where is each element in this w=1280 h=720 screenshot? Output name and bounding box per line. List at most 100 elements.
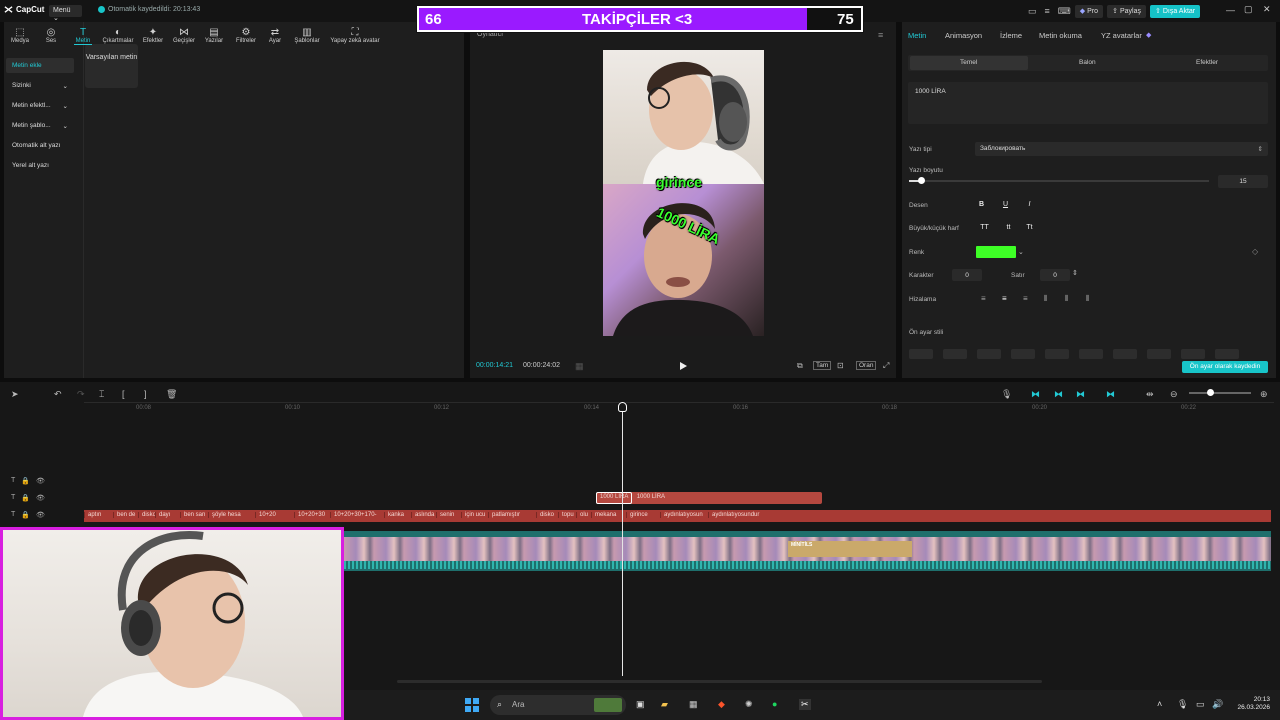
keyframe-icon[interactable]: ◇ xyxy=(1252,247,1258,256)
subtab-balon[interactable]: Balon xyxy=(1079,59,1096,66)
align-icon-1[interactable]: ≡ xyxy=(1002,294,1007,303)
chatgpt-icon[interactable]: ✺ xyxy=(745,699,753,710)
size-slider-thumb[interactable] xyxy=(918,177,925,184)
player-menu-icon[interactable]: ≡ xyxy=(878,30,883,40)
snap-icon[interactable]: ⧓ xyxy=(1106,389,1115,400)
subtitle-clip[interactable]: topu xyxy=(558,512,574,518)
lowercase-button[interactable]: tt xyxy=(1002,222,1015,234)
subtitle-clip[interactable]: kanka xyxy=(384,512,404,518)
zoom-out-icon[interactable]: ⊖ xyxy=(1170,389,1178,400)
text-color-swatch[interactable] xyxy=(976,246,1016,258)
inspector-tab-3[interactable]: Metin okuma xyxy=(1039,31,1082,40)
export-button[interactable]: ⇧ Dışa Aktar xyxy=(1149,4,1201,18)
save-preset-badge[interactable]: Ön ayar olarak kaydedin xyxy=(1182,361,1268,373)
tray-display-icon[interactable]: ▭ xyxy=(1196,699,1205,710)
playhead-handle[interactable] xyxy=(618,402,627,412)
preset-style-0[interactable] xyxy=(909,349,933,359)
subtitle-clip[interactable]: ben san xyxy=(180,512,205,518)
fullscreen-icon[interactable]: ⤢ xyxy=(883,361,889,371)
tool-0[interactable]: ⬚ Medya xyxy=(10,26,30,45)
subtitle-clip[interactable]: disko xyxy=(536,512,554,518)
inspector-tab-0[interactable]: Metin xyxy=(908,31,926,40)
sidebar-item-0[interactable]: Metin ekle xyxy=(6,58,74,73)
italic-button[interactable]: I xyxy=(1023,199,1036,211)
split-left-icon[interactable]: [ xyxy=(122,389,125,399)
preset-style-8[interactable] xyxy=(1181,349,1205,359)
menu-button[interactable]: Menü ⌄ xyxy=(49,5,82,22)
preview-axis-icon[interactable]: ⧓ xyxy=(1076,389,1085,400)
color-dropdown-icon[interactable]: ⌄ xyxy=(1018,248,1024,256)
subtab-temel[interactable]: Temel xyxy=(960,59,977,66)
screenshot-icon[interactable]: ⊡ xyxy=(837,361,844,370)
subtitle-clip[interactable]: mekana xyxy=(591,512,616,518)
tray-volume-icon[interactable]: 🔊 xyxy=(1212,699,1223,710)
zoom-slider-track[interactable] xyxy=(1189,392,1251,394)
tool-9[interactable]: ▥ Şablonlar xyxy=(292,26,322,45)
subtitle-clip[interactable]: 10+20+30 xyxy=(294,512,325,518)
subtitle-clip[interactable]: aydınlatıyosundur xyxy=(708,512,759,518)
preset-style-1[interactable] xyxy=(943,349,967,359)
preset-style-2[interactable] xyxy=(977,349,1001,359)
subtitle-clip[interactable]: şöyle hesa xyxy=(208,512,241,518)
inspector-tab-2[interactable]: İzleme xyxy=(1000,31,1022,40)
subtitle-clip[interactable]: aslında xyxy=(411,512,434,518)
tool-3[interactable]: ◐ Çıkartmalar xyxy=(100,26,136,45)
sliders-icon[interactable]: ≡ xyxy=(1045,6,1050,16)
sidebar-item-2[interactable]: Metin efektl... ⌄ xyxy=(6,98,74,113)
subtitle-clip[interactable]: patlamıştır xyxy=(488,512,520,518)
subtitle-clip[interactable]: girince xyxy=(626,512,648,518)
default-text-card[interactable]: Varsayılan metin xyxy=(85,44,138,88)
select-tool-icon[interactable]: ➤ xyxy=(11,389,19,400)
grid-icon[interactable]: ▦ xyxy=(575,361,584,372)
tool-2[interactable]: T Metin xyxy=(74,26,92,45)
undo-icon[interactable]: ↶ xyxy=(54,389,62,400)
subtitle-clip[interactable]: dayı xyxy=(155,512,170,518)
video-preview[interactable]: girince 1000 LİRA xyxy=(603,50,764,336)
split-icon[interactable]: ⌶ xyxy=(99,389,104,400)
time-ruler[interactable] xyxy=(84,402,1274,412)
inspector-tab-1[interactable]: Animasyon xyxy=(945,31,982,40)
line-spacing-input[interactable]: 0 xyxy=(1040,269,1070,281)
subtitle-clip[interactable]: aptın xyxy=(84,512,101,518)
inspector-tab-4[interactable]: YZ avatarlar xyxy=(1101,31,1142,40)
preset-style-6[interactable] xyxy=(1113,349,1137,359)
mini-clip[interactable]: MİNİTİLS xyxy=(788,541,912,557)
tool-10[interactable]: ⛶ Yapay zekâ avatar xyxy=(327,26,383,45)
magnet-icon[interactable]: ⧓ xyxy=(1031,389,1040,400)
timeline-scrollbar[interactable] xyxy=(397,680,1042,683)
preset-style-9[interactable] xyxy=(1215,349,1239,359)
subtab-efektler[interactable]: Efektler xyxy=(1196,59,1218,66)
fit-icon[interactable]: ⇹ xyxy=(1146,389,1154,400)
layout-icon[interactable]: ▭ xyxy=(1028,6,1037,17)
text-clip-selection[interactable] xyxy=(596,492,632,504)
windows-start-icon[interactable] xyxy=(465,698,479,712)
subtitle-clip[interactable]: aydınlatıyosun xyxy=(660,512,703,518)
char-spacing-input[interactable]: 0 xyxy=(952,269,982,281)
microphone-icon[interactable]: 🎙 xyxy=(1001,389,1012,400)
preset-style-5[interactable] xyxy=(1079,349,1103,359)
spotify-icon[interactable]: ● xyxy=(772,699,777,709)
zoom-in-icon[interactable]: ⊕ xyxy=(1260,389,1268,400)
zoom-slider-thumb[interactable] xyxy=(1207,389,1214,396)
link-icon[interactable]: ⧓ xyxy=(1054,389,1063,400)
underline-button[interactable]: U xyxy=(999,199,1012,211)
maximize-icon[interactable]: ▢ xyxy=(1244,4,1253,15)
subtitle-clip[interactable]: için ucu xyxy=(461,512,485,518)
close-icon[interactable]: ✕ xyxy=(1263,4,1271,15)
sidebar-item-5[interactable]: Yerel alt yazı xyxy=(6,158,74,173)
share-button[interactable]: ⇪ Paylaş xyxy=(1107,4,1146,18)
crop-icon[interactable]: ⧉ xyxy=(797,361,803,371)
file-explorer-icon[interactable]: ▰ xyxy=(661,699,668,710)
preset-style-3[interactable] xyxy=(1011,349,1035,359)
pro-button[interactable]: ◆ Pro xyxy=(1074,4,1104,18)
uppercase-button[interactable]: TT xyxy=(978,222,991,234)
preset-style-4[interactable] xyxy=(1045,349,1069,359)
subtitle-clip[interactable]: 10+20 xyxy=(255,512,276,518)
text-content-input[interactable]: 1000 LİRA xyxy=(908,82,1268,124)
sidebar-item-1[interactable]: Sizinki ⌄ xyxy=(6,78,74,93)
full-button[interactable]: Tam xyxy=(813,361,832,370)
subtitle-clip[interactable]: ben de xyxy=(113,512,135,518)
subtitle-clip[interactable]: 10+20+30+170- xyxy=(330,512,377,518)
tool-6[interactable]: ▤ Yazılar xyxy=(203,26,225,45)
taskbar-clock[interactable]: 20:13 26.03.2026 xyxy=(1230,696,1270,712)
